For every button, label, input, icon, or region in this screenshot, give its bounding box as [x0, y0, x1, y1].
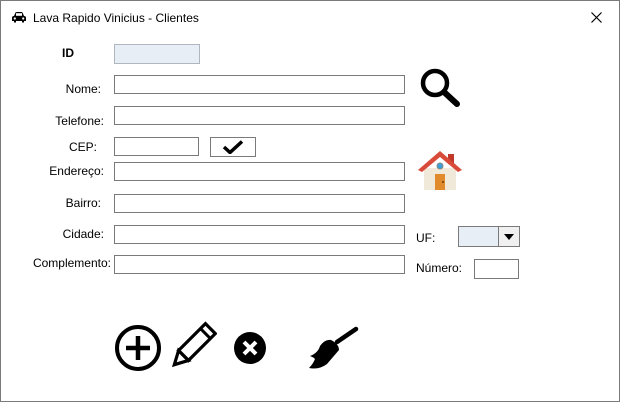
cidade-label: Cidade: — [62, 227, 104, 241]
edit-button[interactable] — [167, 321, 218, 373]
add-circle-icon — [115, 325, 161, 371]
home-button[interactable] — [417, 149, 463, 191]
bairro-label: Bairro: — [65, 196, 101, 210]
search-icon — [420, 68, 460, 107]
cidade-field[interactable] — [114, 225, 405, 244]
uf-select[interactable] — [458, 226, 520, 247]
clientes-window: Lava Rapido Vinicius - Clientes ID Nome:… — [0, 0, 620, 402]
delete-circle-icon — [234, 332, 266, 364]
uf-dropdown-button[interactable] — [498, 227, 519, 246]
cep-field[interactable] — [114, 137, 199, 156]
complemento-field[interactable] — [114, 255, 405, 274]
id-field — [114, 44, 200, 64]
nome-label: Nome: — [65, 82, 101, 96]
window-title: Lava Rapido Vinicius - Clientes — [33, 11, 199, 25]
bairro-field[interactable] — [114, 194, 405, 213]
nome-field[interactable] — [114, 75, 405, 94]
numero-field[interactable] — [474, 259, 519, 279]
endereco-label: Endereço: — [49, 164, 104, 178]
complemento-label: Complemento: — [32, 256, 111, 270]
home-icon — [418, 151, 462, 190]
cep-label: CEP: — [68, 140, 97, 154]
close-button[interactable] — [573, 1, 619, 33]
title-bar: Lava Rapido Vinicius - Clientes — [1, 1, 619, 33]
telefone-label: Telefone: — [55, 114, 104, 128]
endereco-field[interactable] — [114, 162, 405, 181]
delete-button[interactable] — [233, 331, 267, 365]
close-icon — [590, 11, 602, 23]
cep-check-button[interactable] — [210, 137, 256, 157]
broom-icon — [309, 326, 359, 369]
telefone-field[interactable] — [114, 106, 405, 125]
id-label: ID — [62, 46, 74, 60]
add-button[interactable] — [114, 324, 162, 372]
clear-button[interactable] — [307, 326, 359, 370]
pencil-icon — [171, 321, 218, 368]
uf-label: UF: — [416, 231, 436, 245]
numero-label: Número: — [416, 261, 463, 275]
dropdown-arrow-icon — [504, 233, 514, 240]
car-icon — [11, 11, 27, 23]
search-button[interactable] — [419, 67, 461, 107]
check-icon — [222, 140, 244, 154]
